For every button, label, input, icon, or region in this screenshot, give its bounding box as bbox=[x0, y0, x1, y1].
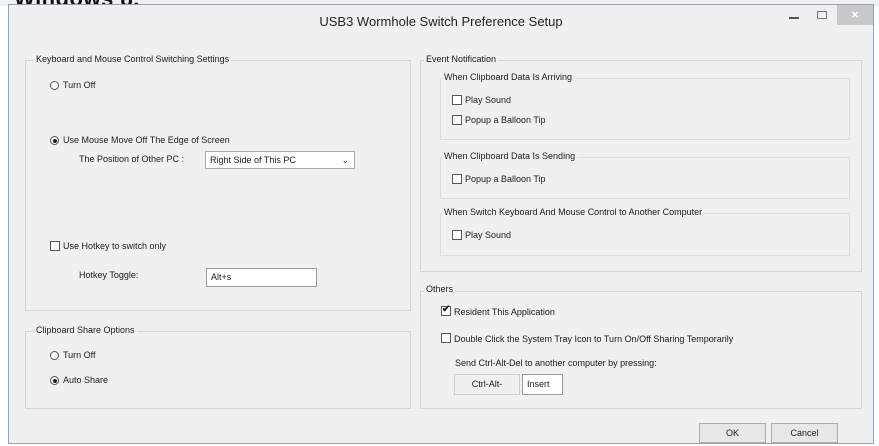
arriving-label: When Clipboard Data Is Arriving bbox=[442, 72, 575, 82]
kb-turn-off-label[interactable]: Turn Off bbox=[63, 80, 96, 90]
position-select-value: Right Side of This PC bbox=[210, 155, 296, 165]
maximize-button[interactable] bbox=[809, 5, 835, 27]
arrive-play-sound-checkbox[interactable] bbox=[452, 95, 462, 105]
ctrl-alt-prefix: Ctrl-Alt- bbox=[454, 374, 520, 395]
resident-label[interactable]: Resident This Application bbox=[454, 307, 555, 317]
arrive-balloon-label[interactable]: Popup a Balloon Tip bbox=[465, 115, 546, 125]
mouse-edge-radio[interactable] bbox=[50, 136, 59, 145]
others-group-label: Others bbox=[424, 284, 456, 294]
close-button[interactable]: × bbox=[837, 5, 873, 25]
mouse-edge-label[interactable]: Use Mouse Move Off The Edge of Screen bbox=[63, 135, 230, 145]
event-notification-group-label: Event Notification bbox=[424, 54, 499, 64]
switch-label: When Switch Keyboard And Mouse Control t… bbox=[442, 207, 705, 217]
position-label: The Position of Other PC : bbox=[79, 154, 185, 164]
arrive-balloon-checkbox[interactable] bbox=[452, 115, 462, 125]
resident-checkbox[interactable]: ✔ bbox=[441, 304, 451, 316]
checkmark-icon: ✔ bbox=[442, 304, 451, 315]
sending-label: When Clipboard Data Is Sending bbox=[442, 151, 578, 161]
minimize-button[interactable] bbox=[781, 5, 807, 27]
minimize-icon bbox=[789, 17, 799, 19]
hotkey-only-checkbox[interactable] bbox=[50, 241, 60, 251]
chevron-down-icon: ⌄ bbox=[341, 155, 349, 165]
kb-turn-off-radio[interactable] bbox=[50, 81, 59, 90]
clip-turn-off-label[interactable]: Turn Off bbox=[63, 350, 96, 360]
maximize-icon bbox=[817, 11, 827, 19]
arrive-play-sound-label[interactable]: Play Sound bbox=[465, 95, 511, 105]
double-click-label[interactable]: Double Click the System Tray Icon to Tur… bbox=[454, 334, 733, 344]
auto-share-label[interactable]: Auto Share bbox=[63, 375, 108, 385]
switch-play-sound-label[interactable]: Play Sound bbox=[465, 230, 511, 240]
keyboard-mouse-group-label: Keyboard and Mouse Control Switching Set… bbox=[34, 54, 232, 64]
close-icon: × bbox=[851, 7, 859, 22]
send-balloon-label[interactable]: Popup a Balloon Tip bbox=[465, 174, 546, 184]
window-title: USB3 Wormhole Switch Preference Setup bbox=[319, 14, 563, 29]
ok-button[interactable]: OK bbox=[699, 423, 766, 443]
cancel-button[interactable]: Cancel bbox=[771, 423, 838, 443]
auto-share-radio[interactable] bbox=[50, 376, 59, 385]
hotkey-toggle-input[interactable]: Alt+s bbox=[206, 268, 317, 287]
hotkey-only-label[interactable]: Use Hotkey to switch only bbox=[63, 241, 166, 251]
clipboard-group bbox=[25, 331, 411, 409]
clip-turn-off-radio[interactable] bbox=[50, 351, 59, 360]
hotkey-toggle-label: Hotkey Toggle: bbox=[79, 270, 139, 280]
position-select[interactable]: Right Side of This PC ⌄ bbox=[205, 151, 355, 169]
arriving-subgroup bbox=[440, 78, 850, 140]
double-click-checkbox[interactable] bbox=[441, 333, 451, 343]
clipboard-group-label: Clipboard Share Options bbox=[34, 325, 137, 335]
ctrl-alt-del-label: Send Ctrl-Alt-Del to another computer by… bbox=[455, 358, 657, 368]
title-bar: USB3 Wormhole Switch Preference Setup × bbox=[9, 5, 873, 35]
switch-play-sound-checkbox[interactable] bbox=[452, 230, 462, 240]
ctrl-alt-key-input[interactable]: Insert bbox=[522, 374, 563, 395]
send-balloon-checkbox[interactable] bbox=[452, 174, 462, 184]
